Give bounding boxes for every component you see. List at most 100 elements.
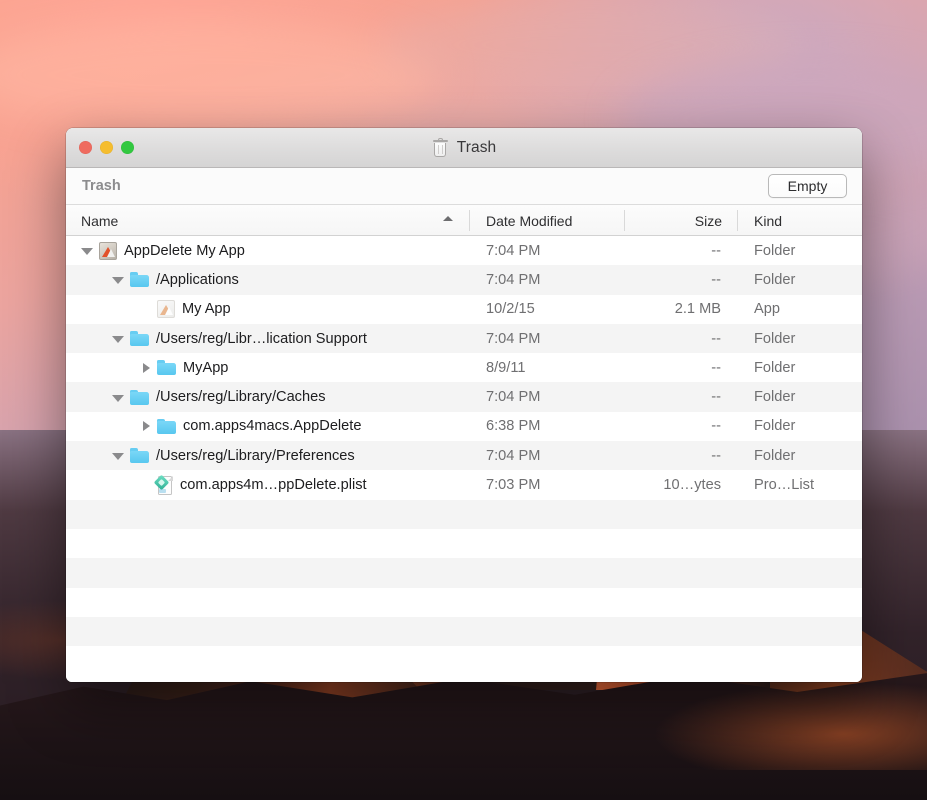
file-row-size-cell: 10…ytes: [625, 477, 738, 493]
file-row[interactable]: MyApp 8/9/11--Folder: [66, 353, 862, 382]
empty-row: [66, 500, 862, 529]
file-row[interactable]: /Users/reg/Library/Caches 7:04 PM--Folder: [66, 382, 862, 411]
file-row-name-cell[interactable]: /Users/reg/Libr…lication Support: [66, 331, 470, 347]
disclosure-triangle-expanded[interactable]: [112, 336, 124, 343]
window-titlebar[interactable]: Trash: [66, 128, 862, 168]
zoom-button[interactable]: [121, 141, 134, 154]
file-row-size-cell: --: [625, 243, 738, 259]
column-header-date-modified[interactable]: Date Modified: [470, 205, 625, 236]
file-row-name-cell[interactable]: MyApp: [66, 360, 470, 376]
folder-icon: [130, 448, 149, 463]
file-row-date-cell: 8/9/11: [470, 360, 625, 376]
empty-row: [66, 646, 862, 675]
file-row-kind-cell: Folder: [738, 272, 862, 288]
column-header-name-label: Name: [81, 213, 118, 229]
file-row[interactable]: /Users/reg/Libr…lication Support 7:04 PM-…: [66, 324, 862, 353]
folder-icon: [130, 390, 149, 405]
column-header-name[interactable]: Name: [66, 205, 470, 236]
plist-icon: [157, 476, 173, 495]
file-row[interactable]: AppDelete My App 7:04 PM--Folder: [66, 236, 862, 265]
file-row-kind-cell: Folder: [738, 243, 862, 259]
folder-icon: [130, 331, 149, 346]
disclosure-triangle-expanded[interactable]: [81, 248, 93, 255]
file-row-date-cell: 7:04 PM: [470, 272, 625, 288]
foreground-glow: [647, 680, 927, 770]
caret-up-icon: [443, 216, 453, 221]
file-name-label: MyApp: [183, 360, 228, 376]
file-row-name-cell[interactable]: AppDelete My App: [66, 242, 470, 260]
column-header-size[interactable]: Size: [625, 205, 738, 236]
file-row-date-cell: 7:04 PM: [470, 448, 625, 464]
file-row-size-cell: --: [625, 272, 738, 288]
trash-icon: [432, 138, 449, 158]
file-row-name-cell[interactable]: My App: [66, 300, 470, 318]
empty-row: [66, 617, 862, 646]
file-name-label: com.apps4m…ppDelete.plist: [180, 477, 367, 493]
file-name-label: com.apps4macs.AppDelete: [183, 418, 361, 434]
file-row[interactable]: com.apps4m…ppDelete.plist 7:03 PM10…ytesP…: [66, 470, 862, 499]
disclosure-triangle-expanded[interactable]: [112, 277, 124, 284]
column-header-kind[interactable]: Kind: [738, 205, 862, 236]
file-row-size-cell: --: [625, 331, 738, 347]
finder-window[interactable]: Trash Trash Empty Name Date Modified Siz…: [66, 128, 862, 682]
empty-row: [66, 558, 862, 587]
file-row-name-cell[interactable]: /Users/reg/Library/Caches: [66, 389, 470, 405]
file-row-name-cell[interactable]: /Users/reg/Library/Preferences: [66, 448, 470, 464]
traffic-light-group: [79, 141, 134, 154]
column-header-row: Name Date Modified Size Kind: [66, 205, 862, 236]
disclosure-triangle-collapsed[interactable]: [143, 363, 150, 373]
empty-row: [66, 529, 862, 558]
column-header-size-label: Size: [695, 213, 722, 229]
file-list[interactable]: AppDelete My App7:04 PM--Folder/Applicat…: [66, 236, 862, 682]
file-row-kind-cell: Folder: [738, 360, 862, 376]
file-name-label: My App: [182, 301, 231, 317]
appdelete-app-icon: [99, 242, 117, 260]
path-bar-label: Trash: [82, 178, 121, 194]
empty-trash-button[interactable]: Empty: [768, 174, 847, 198]
app-icon: [157, 300, 175, 318]
file-row-date-cell: 7:04 PM: [470, 331, 625, 347]
file-name-label: /Applications: [156, 272, 239, 288]
column-header-date-modified-label: Date Modified: [486, 213, 572, 229]
file-row-kind-cell: Folder: [738, 418, 862, 434]
file-row-date-cell: 10/2/15: [470, 301, 625, 317]
minimize-button[interactable]: [100, 141, 113, 154]
file-row-date-cell: 7:04 PM: [470, 243, 625, 259]
file-row-name-cell[interactable]: /Applications: [66, 272, 470, 288]
file-row-size-cell: --: [625, 389, 738, 405]
file-row[interactable]: /Applications 7:04 PM--Folder: [66, 265, 862, 294]
file-row-size-cell: --: [625, 360, 738, 376]
file-row-date-cell: 7:04 PM: [470, 389, 625, 405]
file-row-name-cell[interactable]: com.apps4m…ppDelete.plist: [66, 476, 470, 495]
file-row-size-cell: 2.1 MB: [625, 301, 738, 317]
file-row-date-cell: 7:03 PM: [470, 477, 625, 493]
disclosure-triangle-collapsed[interactable]: [143, 421, 150, 431]
file-row[interactable]: /Users/reg/Library/Preferences 7:04 PM--F…: [66, 441, 862, 470]
folder-icon: [157, 360, 176, 375]
file-row-size-cell: --: [625, 448, 738, 464]
disclosure-triangle-expanded[interactable]: [112, 395, 124, 402]
file-row[interactable]: My App 10/2/152.1 MBApp: [66, 295, 862, 324]
file-name-label: /Users/reg/Library/Caches: [156, 389, 326, 405]
file-row-kind-cell: App: [738, 301, 862, 317]
window-title: Trash: [457, 139, 497, 157]
file-row-date-cell: 6:38 PM: [470, 418, 625, 434]
column-header-kind-label: Kind: [754, 213, 782, 229]
folder-icon: [157, 419, 176, 434]
close-button[interactable]: [79, 141, 92, 154]
folder-icon: [130, 272, 149, 287]
file-name-label: /Users/reg/Library/Preferences: [156, 448, 355, 464]
empty-row: [66, 588, 862, 617]
window-title-group: Trash: [66, 138, 862, 158]
file-row-kind-cell: Folder: [738, 448, 862, 464]
file-row-size-cell: --: [625, 418, 738, 434]
file-row-kind-cell: Pro…List: [738, 477, 862, 493]
file-row-name-cell[interactable]: com.apps4macs.AppDelete: [66, 418, 470, 434]
file-row-kind-cell: Folder: [738, 331, 862, 347]
file-name-label: /Users/reg/Libr…lication Support: [156, 331, 367, 347]
file-row[interactable]: com.apps4macs.AppDelete 6:38 PM--Folder: [66, 412, 862, 441]
disclosure-triangle-expanded[interactable]: [112, 453, 124, 460]
file-row-kind-cell: Folder: [738, 389, 862, 405]
path-bar: Trash Empty: [66, 168, 862, 205]
file-name-label: AppDelete My App: [124, 243, 245, 259]
